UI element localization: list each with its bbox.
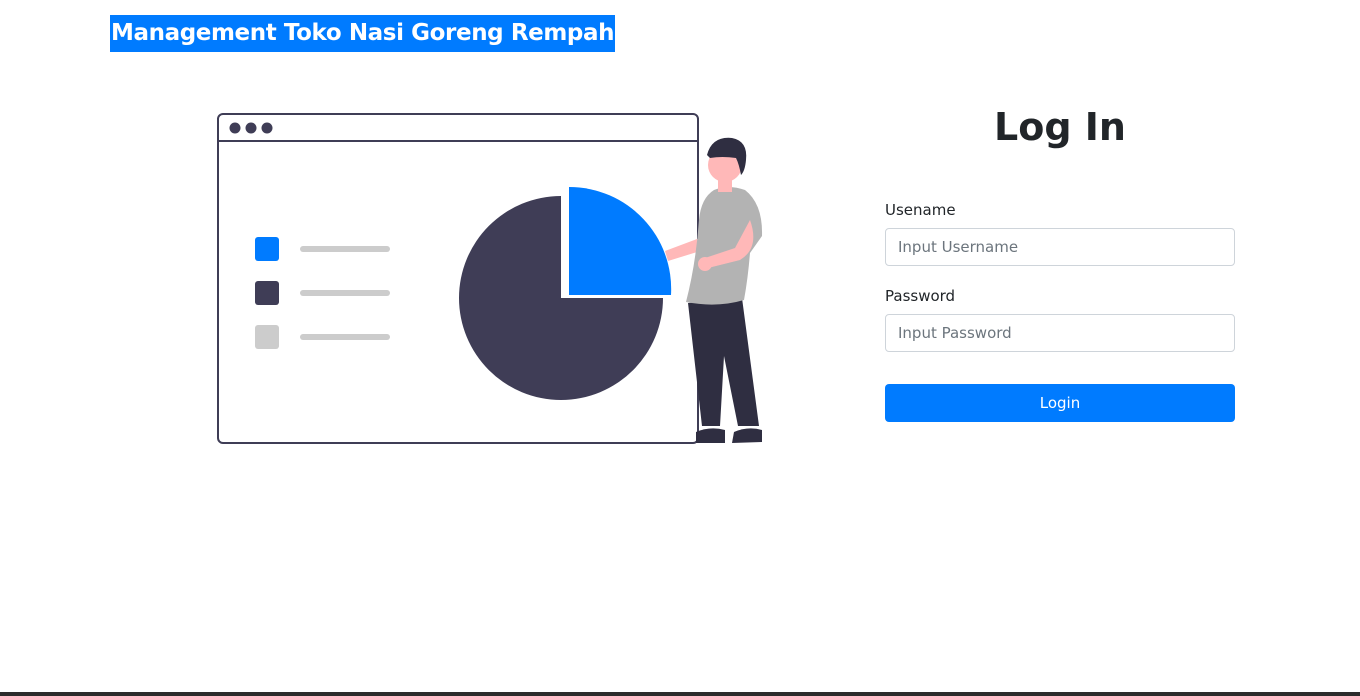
legend-swatch-blue <box>255 237 279 261</box>
legend-line <box>300 290 390 296</box>
window-dot-icon <box>229 122 241 134</box>
person-shoes <box>732 428 762 443</box>
window-dot-icon <box>261 122 273 134</box>
password-input[interactable] <box>885 314 1235 352</box>
bottom-edge-bar <box>0 692 1360 696</box>
username-input[interactable] <box>885 228 1235 266</box>
legend-line <box>300 246 390 252</box>
person-hand <box>698 257 712 271</box>
login-heading: Log In <box>994 105 1126 149</box>
login-page: Management Toko Nasi Goreng Rempah Log I… <box>0 0 1360 696</box>
login-button[interactable]: Login <box>885 384 1235 422</box>
legend-line <box>300 334 390 340</box>
username-label: Usename <box>885 201 956 219</box>
window-dot-icon <box>245 122 257 134</box>
brand-title: Management Toko Nasi Goreng Rempah <box>110 15 616 52</box>
dashboard-illustration <box>217 113 763 444</box>
password-label: Password <box>885 287 956 305</box>
legend-swatch-dark <box>255 281 279 305</box>
person-shoes <box>696 428 725 443</box>
legend-swatch-gray <box>255 325 279 349</box>
login-form: Log In Usename Password Login <box>885 100 1235 422</box>
